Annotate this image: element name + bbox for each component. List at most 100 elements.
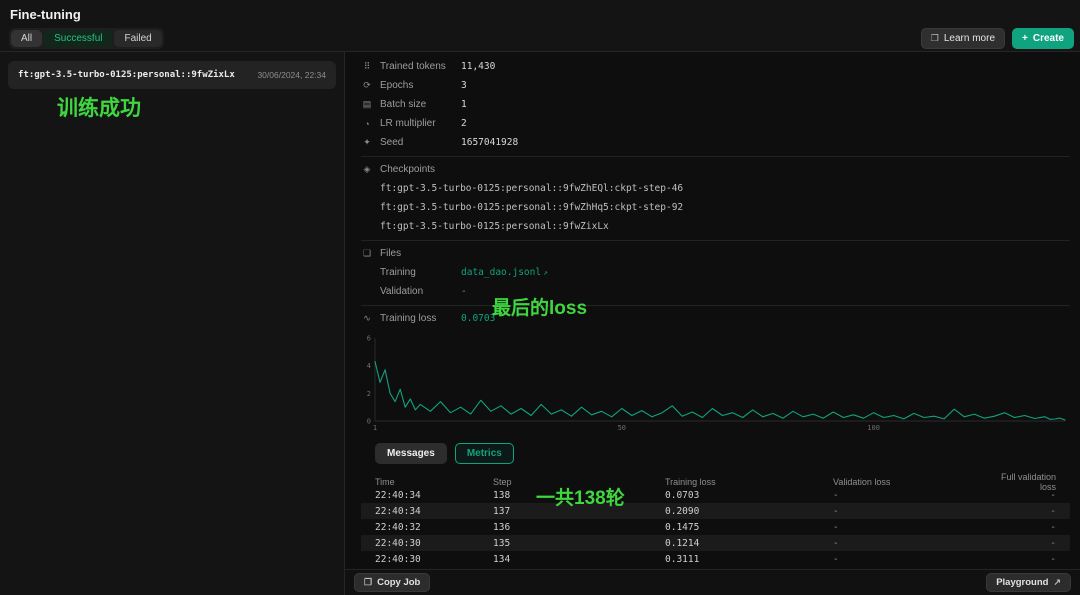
hyperparameters-section: ⠿ Trained tokens 11,430 ⟳ Epochs 3 ▤ Bat… — [361, 57, 1070, 152]
svg-text:6: 6 — [367, 335, 371, 343]
filter-all[interactable]: All — [11, 30, 43, 47]
cell-training-loss: 0.2090 — [665, 505, 700, 517]
metrics-table: Time Step Training loss Validation loss … — [361, 472, 1070, 567]
svg-text:4: 4 — [367, 362, 371, 370]
validation-file-label: Validation — [380, 286, 424, 297]
detail-label: Trained tokens — [380, 61, 446, 72]
cell-full-validation-loss: - — [1050, 505, 1056, 517]
checkpoints-label: Checkpoints — [380, 164, 436, 175]
filter-failed[interactable]: Failed — [114, 30, 162, 47]
cell-time: 22:40:34 — [375, 489, 421, 501]
training-loss-chart[interactable]: 0 2 4 6 1 50 100 — [361, 332, 1070, 434]
cell-training-loss: 0.0703 — [665, 489, 700, 501]
create-label: Create — [1032, 33, 1064, 44]
svg-text:100: 100 — [867, 424, 880, 432]
job-name: ft:gpt-3.5-turbo-0125:personal::9fwZixLx — [18, 70, 235, 80]
wave-icon: ∿ — [363, 313, 371, 323]
cell-validation-loss: - — [833, 553, 839, 565]
table-row: 22:40:32 136 0.1475 - - — [361, 519, 1070, 535]
playground-label: Playground — [996, 577, 1049, 588]
job-date: 30/06/2024, 22:34 — [257, 70, 326, 80]
learn-more-label: Learn more — [943, 33, 996, 44]
cell-time: 22:40:30 — [375, 553, 421, 565]
job-list-item-selected[interactable]: ft:gpt-3.5-turbo-0125:personal::9fwZixLx… — [8, 61, 336, 89]
plus-icon: + — [1022, 33, 1028, 44]
tab-messages[interactable]: Messages — [375, 443, 447, 464]
cell-step: 135 — [493, 537, 511, 549]
training-file-label: Training — [380, 267, 416, 278]
cell-time: 22:40:34 — [375, 505, 421, 517]
checkpoints-section: ◈ Checkpoints ft:gpt-3.5-turbo-0125:pers… — [361, 156, 1070, 236]
svg-text:0: 0 — [367, 418, 371, 426]
training-loss-value: 0.0703 — [461, 313, 496, 324]
status-filter: All Successful Failed — [9, 28, 164, 49]
batch-icon: ▤ — [362, 99, 372, 109]
create-button[interactable]: + Create — [1012, 28, 1074, 49]
cell-training-loss: 0.3111 — [665, 553, 700, 565]
detail-row-epochs: ⟳ Epochs 3 — [361, 76, 1070, 95]
detail-value: 3 — [461, 80, 467, 91]
tab-metrics[interactable]: Metrics — [454, 443, 514, 464]
svg-text:2: 2 — [367, 390, 371, 398]
cell-step: 138 — [493, 489, 511, 501]
cell-step: 134 — [493, 553, 511, 565]
learn-more-button[interactable]: ❒ Learn more — [920, 28, 1006, 49]
copy-icon: ❐ — [364, 577, 373, 587]
cell-validation-loss: - — [833, 521, 839, 533]
copy-job-button[interactable]: ❐ Copy Job — [354, 573, 431, 592]
cell-validation-loss: - — [833, 537, 839, 549]
files-header: ❏ Files — [361, 244, 1070, 263]
checkpoint-name: ft:gpt-3.5-turbo-0125:personal::9fwZhHq5… — [380, 202, 684, 213]
training-file-name: data_dao.jsonl — [461, 267, 542, 278]
header: Fine-tuning All Successful Failed ❒ Lear… — [0, 0, 1080, 52]
metrics-table-body: 22:40:34 138 0.0703 - - 22:40:34 137 0.2… — [361, 487, 1070, 567]
checkpoints-header: ◈ Checkpoints — [361, 160, 1070, 179]
table-row: 22:40:30 135 0.1214 - - — [361, 535, 1070, 551]
seed-icon: ✦ — [363, 137, 371, 147]
loss-chart-svg: 0 2 4 6 1 50 100 — [367, 335, 1066, 432]
cell-step: 136 — [493, 521, 511, 533]
cell-time: 22:40:32 — [375, 521, 421, 533]
training-file-link[interactable]: data_dao.jsonl ↗ — [461, 267, 548, 278]
checkpoint-name: ft:gpt-3.5-turbo-0125:personal::9fwZixLx — [380, 221, 609, 232]
detail-label: Seed — [380, 137, 404, 148]
training-loss-section: ∿ Training loss 0.0703 0 2 4 6 1 50 100 — [361, 305, 1070, 434]
col-header-training-loss: Training loss — [665, 477, 716, 487]
cell-validation-loss: - — [833, 489, 839, 501]
tokens-icon: ⠿ — [363, 61, 371, 71]
validation-file-value: - — [461, 286, 467, 297]
table-row: 22:40:30 134 0.3111 - - — [361, 551, 1070, 567]
playground-button[interactable]: Playground ↗ — [986, 573, 1071, 592]
cell-time: 22:40:30 — [375, 537, 421, 549]
detail-tabs: Messages Metrics — [375, 443, 1070, 464]
header-actions: ❒ Learn more + Create — [920, 28, 1074, 49]
detail-row-lr-multiplier: ◔ LR multiplier 2 — [361, 114, 1070, 133]
detail-value: 1657041928 — [461, 137, 519, 148]
cell-validation-loss: - — [833, 505, 839, 517]
checkpoint-name: ft:gpt-3.5-turbo-0125:personal::9fwZhEQl… — [380, 183, 684, 194]
files-label: Files — [380, 248, 402, 259]
detail-value: 2 — [461, 118, 467, 129]
filter-successful[interactable]: Successful — [44, 30, 113, 47]
jobs-sidebar: ft:gpt-3.5-turbo-0125:personal::9fwZixLx… — [0, 52, 345, 595]
cell-full-validation-loss: - — [1050, 537, 1056, 549]
training-loss-label: Training loss — [380, 313, 437, 324]
gauge-icon: ◔ — [364, 118, 370, 129]
copy-job-label: Copy Job — [377, 577, 421, 588]
page-title: Fine-tuning — [10, 7, 81, 22]
table-row: 22:40:34 137 0.2090 - - — [361, 503, 1070, 519]
validation-file-row: Validation - — [380, 282, 1070, 301]
external-link-icon: ↗ — [1053, 577, 1061, 587]
cell-full-validation-loss: - — [1050, 521, 1056, 533]
detail-row-trained-tokens: ⠿ Trained tokens 11,430 — [361, 57, 1070, 76]
cell-step: 137 — [493, 505, 511, 517]
detail-label: Epochs — [380, 80, 414, 91]
cell-full-validation-loss: - — [1050, 553, 1056, 565]
detail-label: LR multiplier — [380, 118, 436, 129]
detail-value: 1 — [461, 99, 467, 110]
cell-training-loss: 0.1214 — [665, 537, 700, 549]
metrics-table-header: Time Step Training loss Validation loss … — [361, 472, 1070, 492]
detail-row-seed: ✦ Seed 1657041928 — [361, 133, 1070, 152]
detail-label: Batch size — [380, 99, 427, 110]
detail-value: 11,430 — [461, 61, 496, 72]
